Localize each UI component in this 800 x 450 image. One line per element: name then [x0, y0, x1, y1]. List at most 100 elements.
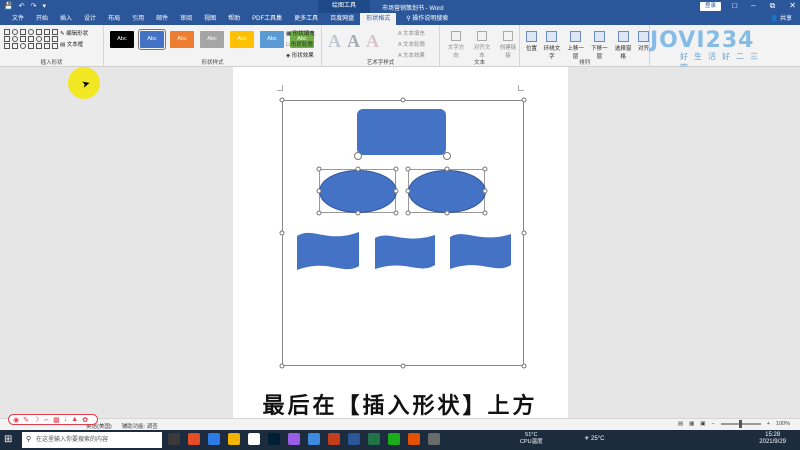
task-view-icon[interactable]	[168, 433, 180, 445]
read-mode-icon[interactable]: ▤	[678, 421, 683, 427]
toolbar-logo-icon[interactable]: ◉	[13, 416, 19, 424]
wave-shape-2[interactable]	[375, 233, 435, 271]
resize-handle[interactable]	[405, 166, 411, 172]
shape-smile-icon[interactable]	[20, 43, 26, 49]
shape-textbox-icon[interactable]	[4, 36, 10, 42]
taskbar-clock[interactable]: 15:28 2021/9/29	[759, 432, 786, 446]
shape-square-icon[interactable]	[20, 36, 26, 42]
app-icon-qq[interactable]	[308, 433, 320, 445]
app-icon-recorder[interactable]	[408, 433, 420, 445]
wordart-style[interactable]: A	[366, 31, 379, 52]
resize-handle[interactable]	[444, 166, 450, 172]
wave-shape-1[interactable]	[297, 230, 359, 272]
shape-heart-icon[interactable]	[28, 43, 34, 49]
cpu-temp-widget[interactable]: 51°C CPU温度	[520, 432, 543, 446]
grid-icon[interactable]: ▦	[53, 416, 60, 424]
bring-forward-button[interactable]: 上移一层	[567, 31, 585, 60]
resize-handle[interactable]	[316, 166, 322, 172]
status-accessibility[interactable]: 辅助功能: 调查	[122, 422, 158, 430]
app-icon-chrome[interactable]	[248, 433, 260, 445]
resize-handle[interactable]	[405, 210, 411, 216]
app-icon-powerpoint[interactable]	[328, 433, 340, 445]
send-backward-button[interactable]: 下移一层	[591, 31, 609, 60]
resize-handle[interactable]	[521, 363, 527, 369]
moon-icon[interactable]: ☽	[33, 416, 39, 424]
print-layout-icon[interactable]: ▦	[689, 421, 694, 427]
style-swatch[interactable]: Abc	[110, 31, 134, 48]
shape-cloud-icon[interactable]	[36, 36, 42, 42]
taskbar-search-input[interactable]: ⚲ 在这里输入你要搜索的内容	[22, 432, 162, 448]
app-icon-misc[interactable]	[428, 433, 440, 445]
tab-view[interactable]: 视图	[198, 13, 222, 25]
tab-references[interactable]: 引用	[126, 13, 150, 25]
zoom-in-icon[interactable]: +	[767, 421, 770, 427]
shape-oval-icon[interactable]	[28, 29, 34, 35]
zoom-slider-knob[interactable]	[738, 420, 742, 428]
rounded-rectangle-shape[interactable]	[357, 109, 446, 155]
rotate-handle-icon[interactable]	[354, 152, 362, 160]
share-button[interactable]: 👤 共享	[771, 13, 792, 25]
zoom-level[interactable]: 100%	[776, 421, 790, 427]
zoom-slider[interactable]	[720, 420, 761, 428]
rotate-handle-icon[interactable]	[443, 152, 451, 160]
resize-handle[interactable]	[521, 230, 527, 236]
shape-triangle-icon[interactable]	[36, 29, 42, 35]
shape-pentagon-icon[interactable]	[12, 43, 18, 49]
style-swatch[interactable]: Abc	[200, 31, 224, 48]
edit-shape-button[interactable]: ✎ 编辑形状	[60, 29, 88, 37]
position-button[interactable]: 位置	[526, 31, 537, 60]
tab-help[interactable]: 帮助	[222, 13, 246, 25]
tell-me-search[interactable]: ⚲ 操作说明搜索	[400, 13, 454, 25]
resize-handle[interactable]	[482, 210, 488, 216]
resize-handle[interactable]	[393, 210, 399, 216]
tab-review[interactable]: 审阅	[174, 13, 198, 25]
shapes-gallery[interactable]	[4, 29, 58, 49]
wordart-style[interactable]: A	[347, 31, 360, 52]
resize-handle[interactable]	[400, 97, 406, 103]
ellipse-shape-left[interactable]	[319, 170, 397, 213]
shape-expand-icon[interactable]	[52, 43, 58, 49]
shape-outline-button[interactable]: □ 形状轮廓	[286, 40, 315, 48]
resize-handle[interactable]	[444, 210, 450, 216]
restore-icon[interactable]: ⧉	[770, 1, 776, 11]
app-icon-premiere[interactable]	[288, 433, 300, 445]
resize-handle[interactable]	[355, 166, 361, 172]
shape-line-icon[interactable]	[20, 29, 26, 35]
style-swatch[interactable]: Abc	[260, 31, 284, 48]
tab-pdf-tools[interactable]: PDF工具集	[246, 13, 288, 25]
shape-rect-icon[interactable]	[4, 29, 10, 35]
windows-start-icon[interactable]: ⊞	[4, 434, 12, 445]
brush-icon[interactable]: ∽	[43, 416, 49, 424]
shirt-icon[interactable]: ▲	[71, 416, 78, 423]
tab-home[interactable]: 开始	[30, 13, 54, 25]
pen-icon[interactable]: ✎	[23, 416, 29, 424]
wave-shape-3[interactable]	[450, 231, 511, 271]
shape-arrow-icon[interactable]	[44, 29, 50, 35]
resize-handle[interactable]	[521, 97, 527, 103]
wrap-text-button[interactable]: 环绕文字	[543, 31, 561, 60]
text-outline-button[interactable]: A 文本轮廓	[398, 40, 425, 48]
close-icon[interactable]: ✕	[789, 1, 796, 11]
ribbon-display-icon[interactable]: □	[732, 1, 737, 11]
style-swatch[interactable]: Abc	[170, 31, 194, 48]
resize-handle[interactable]	[279, 230, 285, 236]
resize-handle[interactable]	[355, 210, 361, 216]
resize-handle[interactable]	[279, 97, 285, 103]
resize-handle[interactable]	[393, 166, 399, 172]
resize-handle[interactable]	[482, 166, 488, 172]
tab-shape-format[interactable]: 形状格式	[360, 13, 397, 25]
web-layout-icon[interactable]: ▣	[700, 421, 705, 427]
shape-star-icon[interactable]	[52, 29, 58, 35]
selection-pane-button[interactable]: 选择窗格	[614, 31, 632, 60]
minimize-icon[interactable]: –	[751, 1, 755, 11]
tool-icon[interactable]: ✿	[82, 416, 88, 424]
resize-handle[interactable]	[400, 363, 406, 369]
resize-handle[interactable]	[316, 210, 322, 216]
customize-icon[interactable]: ▾	[42, 2, 46, 10]
shape-diamond-icon[interactable]	[4, 43, 10, 49]
download-icon[interactable]: ↓	[64, 416, 68, 423]
save-icon[interactable]: 💾	[4, 2, 13, 10]
create-link-button[interactable]: 创建链接	[498, 31, 518, 59]
wordart-style[interactable]: A	[328, 31, 341, 52]
resize-handle[interactable]	[482, 188, 488, 194]
